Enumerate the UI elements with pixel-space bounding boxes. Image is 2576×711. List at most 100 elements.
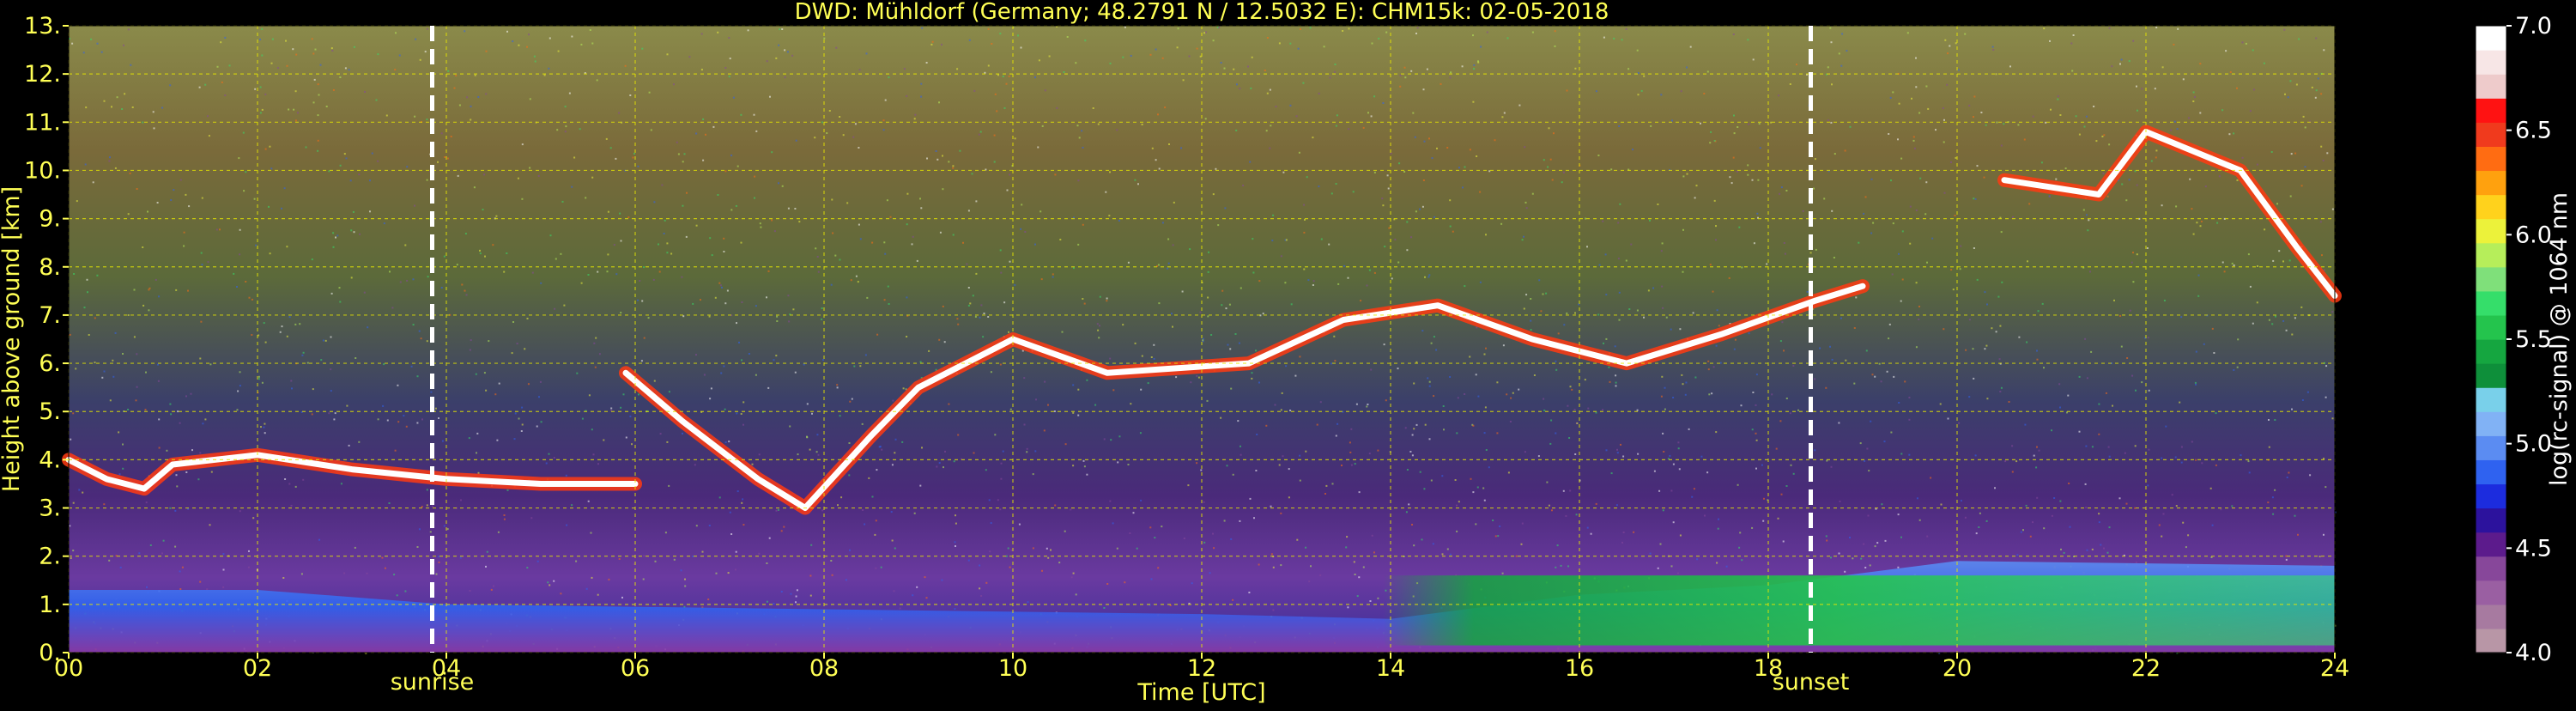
noise-speckle [255, 244, 258, 246]
noise-speckle [157, 363, 159, 366]
noise-speckle [145, 501, 148, 504]
x-tick-label: 12 [1187, 655, 1216, 682]
y-axis-ticks: 0.1.2.3.4.5.6.7.8.9.10.11.12.13. [24, 13, 69, 666]
noise-speckle [2322, 159, 2324, 161]
noise-speckle [1237, 420, 1240, 422]
noise-speckle [1729, 176, 1731, 179]
noise-speckle [967, 559, 970, 562]
noise-speckle [1109, 500, 1112, 502]
noise-speckle [1973, 95, 1976, 98]
noise-speckle [985, 469, 987, 471]
noise-speckle [864, 523, 866, 526]
noise-speckle [2274, 489, 2276, 491]
noise-speckle [597, 270, 599, 273]
noise-speckle [2323, 49, 2325, 52]
noise-speckle [300, 573, 303, 575]
noise-speckle [1763, 497, 1765, 500]
noise-speckle [2111, 65, 2113, 68]
noise-speckle [363, 291, 366, 294]
noise-speckle [1573, 409, 1576, 410]
noise-speckle [450, 136, 452, 137]
noise-speckle [1829, 345, 1831, 348]
noise-speckle [2125, 502, 2128, 505]
noise-speckle [1911, 97, 1912, 100]
noise-speckle [1943, 118, 1945, 121]
noise-speckle [1684, 393, 1687, 396]
noise-speckle [839, 415, 841, 417]
noise-speckle [1881, 503, 1883, 506]
noise-speckle [720, 372, 723, 374]
noise-speckle [676, 141, 678, 143]
noise-speckle [335, 236, 336, 239]
noise-speckle [118, 431, 120, 434]
colorbar-swatch [2476, 507, 2506, 533]
noise-speckle [371, 152, 373, 155]
noise-speckle [103, 503, 106, 506]
noise-speckle [1134, 179, 1136, 181]
noise-speckle [1288, 496, 1290, 499]
noise-speckle [1662, 307, 1664, 309]
noise-speckle [2017, 124, 2020, 126]
noise-speckle [1076, 125, 1079, 127]
noise-speckle [202, 422, 204, 425]
noise-speckle [1427, 377, 1429, 380]
noise-speckle [170, 199, 173, 201]
noise-speckle [2000, 144, 2003, 147]
noise-speckle [1622, 455, 1625, 458]
noise-speckle [1704, 514, 1706, 517]
noise-speckle [1196, 47, 1198, 50]
noise-speckle [639, 280, 641, 282]
noise-speckle [1037, 146, 1039, 149]
noise-speckle [1864, 459, 1866, 462]
noise-speckle [1197, 376, 1200, 379]
noise-speckle [887, 285, 889, 288]
noise-speckle [709, 237, 712, 240]
noise-speckle [2286, 477, 2288, 478]
noise-speckle [1236, 83, 1238, 86]
noise-speckle [1602, 220, 1604, 222]
noise-speckle [2012, 216, 2014, 218]
noise-speckle [1664, 386, 1666, 389]
noise-speckle [1741, 266, 1743, 269]
noise-speckle [1072, 572, 1075, 574]
noise-speckle [1866, 447, 1869, 450]
noise-speckle [677, 153, 680, 155]
noise-speckle [1235, 129, 1238, 131]
noise-speckle [1249, 161, 1252, 163]
noise-speckle [187, 289, 189, 292]
noise-speckle [1083, 465, 1086, 468]
noise-speckle [2083, 125, 2086, 128]
colorbar-swatch [2476, 98, 2506, 123]
noise-speckle [652, 278, 655, 281]
noise-speckle [1538, 279, 1541, 282]
colorbar-label: log(rc-signal) @ 1064 nm [2546, 192, 2573, 486]
noise-speckle [1172, 325, 1173, 328]
noise-speckle [2015, 460, 2018, 463]
noise-speckle [1367, 112, 1369, 114]
noise-speckle [1370, 368, 1373, 371]
noise-speckle [955, 522, 957, 525]
noise-speckle [1320, 238, 1323, 240]
noise-speckle [1878, 362, 1881, 365]
noise-speckle [281, 207, 282, 210]
noise-speckle [978, 133, 980, 136]
noise-speckle [1602, 409, 1604, 411]
noise-speckle [889, 216, 892, 218]
noise-speckle [832, 232, 834, 234]
noise-speckle [912, 235, 914, 238]
noise-speckle [596, 79, 598, 82]
noise-speckle [418, 528, 421, 531]
noise-speckle [2148, 448, 2150, 451]
noise-speckle [2241, 41, 2244, 44]
noise-speckle [242, 131, 245, 134]
noise-speckle [286, 246, 288, 248]
noise-speckle [1783, 242, 1785, 244]
noise-speckle [174, 509, 177, 512]
noise-speckle [261, 381, 264, 384]
noise-speckle [1289, 410, 1292, 411]
noise-speckle [1397, 368, 1399, 370]
noise-speckle [865, 52, 868, 55]
noise-speckle [658, 243, 659, 246]
noise-speckle [568, 92, 571, 94]
noise-speckle [549, 234, 552, 237]
